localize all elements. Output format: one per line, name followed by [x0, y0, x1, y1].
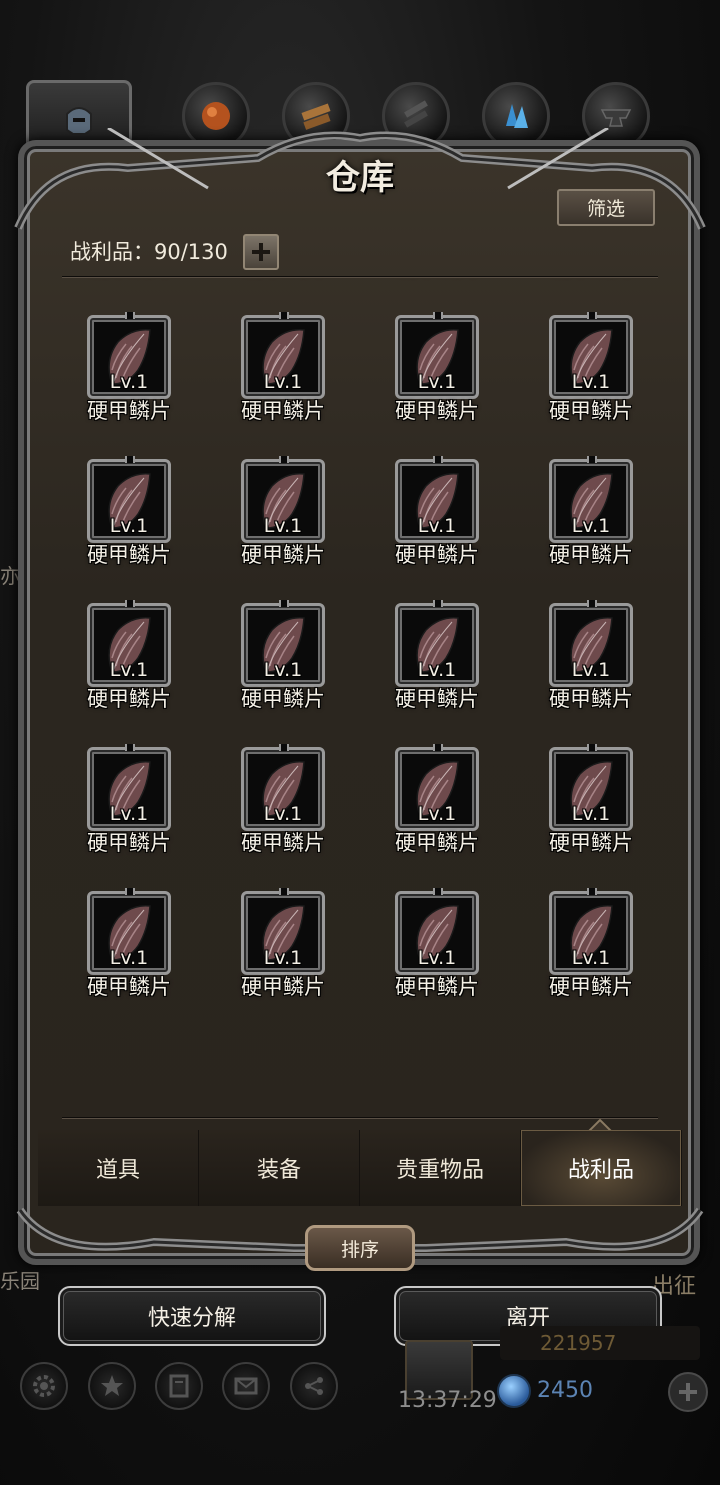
item-level: Lv.1 [109, 803, 149, 825]
item-level: Lv.1 [109, 659, 149, 681]
item-slot[interactable]: Lv.1 硬甲鳞片 [62, 600, 192, 723]
item-name: 硬甲鳞片 [549, 399, 633, 423]
item-level: Lv.1 [263, 803, 303, 825]
gold-counter: 221957 [500, 1326, 700, 1360]
item-name: 硬甲鳞片 [87, 543, 171, 567]
item-slot[interactable]: Lv.1 硬甲鳞片 [370, 888, 500, 1011]
divider [62, 1117, 658, 1119]
item-name: 硬甲鳞片 [241, 687, 325, 711]
share-icon[interactable] [290, 1362, 338, 1410]
item-slot[interactable]: Lv.1 硬甲鳞片 [524, 744, 654, 867]
item-level: Lv.1 [263, 659, 303, 681]
warehouse-tabs: 道具 装备 贵重物品 战利品 [38, 1130, 682, 1206]
item-level: Lv.1 [571, 947, 611, 969]
tab-valuables[interactable]: 贵重物品 [360, 1130, 521, 1206]
item-level: Lv.1 [109, 947, 149, 969]
filter-button[interactable]: 筛选 [557, 189, 655, 226]
item-level: Lv.1 [571, 803, 611, 825]
item-name: 硬甲鳞片 [87, 975, 171, 999]
item-slot[interactable]: Lv.1 硬甲鳞片 [216, 456, 346, 579]
item-level: Lv.1 [417, 659, 457, 681]
item-name: 硬甲鳞片 [395, 399, 479, 423]
item-slot[interactable]: Lv.1 硬甲鳞片 [62, 456, 192, 579]
item-slot[interactable]: Lv.1 硬甲鳞片 [216, 312, 346, 435]
event-timer: 13:37:29 [398, 1388, 497, 1413]
item-slot[interactable]: Lv.1 硬甲鳞片 [370, 456, 500, 579]
item-name: 硬甲鳞片 [395, 543, 479, 567]
item-slot[interactable]: Lv.1 硬甲鳞片 [62, 744, 192, 867]
item-slot[interactable]: Lv.1 硬甲鳞片 [370, 312, 500, 435]
plus-icon [252, 243, 270, 261]
star-badge-icon[interactable] [88, 1362, 136, 1410]
item-name: 硬甲鳞片 [87, 399, 171, 423]
item-level: Lv.1 [109, 515, 149, 537]
tab-equipment[interactable]: 装备 [199, 1130, 360, 1206]
expand-capacity-button[interactable] [243, 234, 279, 270]
character-icon[interactable] [155, 1362, 203, 1410]
item-level: Lv.1 [263, 947, 303, 969]
item-name: 硬甲鳞片 [549, 975, 633, 999]
item-slot[interactable]: Lv.1 硬甲鳞片 [216, 744, 346, 867]
item-name: 硬甲鳞片 [524, 279, 658, 281]
item-slot[interactable]: Lv.1 硬甲鳞片 [62, 888, 192, 1011]
item-name: 硬甲鳞片 [370, 279, 504, 281]
item-slot[interactable]: Lv.1 硬甲鳞片 [524, 456, 654, 579]
quick-decompose-button[interactable]: 快速分解 [58, 1286, 326, 1346]
item-level: Lv.1 [571, 659, 611, 681]
item-level: Lv.1 [571, 371, 611, 393]
item-name: 硬甲鳞片 [549, 687, 633, 711]
item-level: Lv.1 [109, 371, 149, 393]
item-name: 硬甲鳞片 [549, 543, 633, 567]
tab-items[interactable]: 道具 [38, 1130, 199, 1206]
background-text: 乐园 [0, 1269, 40, 1293]
item-level: Lv.1 [417, 371, 457, 393]
item-slot[interactable]: Lv.1硬甲鳞片 [524, 279, 654, 291]
item-level: Lv.1 [571, 515, 611, 537]
item-name: 硬甲鳞片 [241, 543, 325, 567]
item-slot[interactable]: Lv.1硬甲鳞片 [370, 279, 500, 291]
item-slot[interactable]: Lv.1 硬甲鳞片 [216, 600, 346, 723]
item-level: Lv.1 [417, 947, 457, 969]
item-level: Lv.1 [263, 515, 303, 537]
item-slot[interactable]: Lv.1 硬甲鳞片 [524, 888, 654, 1011]
item-slot[interactable]: Lv.1 硬甲鳞片 [524, 312, 654, 435]
item-name: 硬甲鳞片 [241, 399, 325, 423]
tab-loot[interactable]: 战利品 [521, 1130, 682, 1206]
item-name: 硬甲鳞片 [87, 687, 171, 711]
item-slot[interactable]: Lv.1 硬甲鳞片 [524, 600, 654, 723]
item-name: 硬甲鳞片 [87, 831, 171, 855]
item-level: Lv.1 [263, 371, 303, 393]
item-name: 硬甲鳞片 [241, 831, 325, 855]
gem-icon [497, 1374, 531, 1408]
item-name: 硬甲鳞片 [395, 831, 479, 855]
item-slot[interactable]: Lv.1 硬甲鳞片 [216, 888, 346, 1011]
gear-icon[interactable] [20, 1362, 68, 1410]
item-name: 硬甲鳞片 [549, 831, 633, 855]
item-grid: Lv.1 硬甲鳞片 Lv.1 硬甲鳞片 Lv.1 硬甲鳞片 Lv.1 硬甲鳞片 Lv.1 硬甲鳞片… [62, 279, 658, 1117]
plus-icon [679, 1383, 697, 1401]
sort-button[interactable]: 排序 [305, 1225, 415, 1271]
item-name: 硬甲鳞片 [241, 975, 325, 999]
divider [62, 276, 658, 278]
loot-capacity: 战利品：90/130 [70, 240, 228, 264]
item-level: Lv.1 [417, 803, 457, 825]
item-slot[interactable]: Lv.1 硬甲鳞片 [370, 744, 500, 867]
item-level: Lv.1 [417, 515, 457, 537]
item-slot[interactable]: Lv.1硬甲鳞片 [216, 279, 346, 291]
item-slot[interactable]: Lv.1硬甲鳞片 [62, 279, 192, 291]
item-name: 硬甲鳞片 [395, 687, 479, 711]
item-name: 硬甲鳞片 [62, 279, 196, 281]
item-name: 硬甲鳞片 [395, 975, 479, 999]
mail-icon[interactable] [222, 1362, 270, 1410]
item-name: 硬甲鳞片 [216, 279, 350, 281]
item-slot[interactable]: Lv.1 硬甲鳞片 [62, 312, 192, 435]
add-currency-button[interactable] [668, 1372, 708, 1412]
background-text: 亦 [0, 564, 20, 588]
item-slot[interactable]: Lv.1 硬甲鳞片 [370, 600, 500, 723]
gem-counter: 2450 [537, 1378, 593, 1403]
